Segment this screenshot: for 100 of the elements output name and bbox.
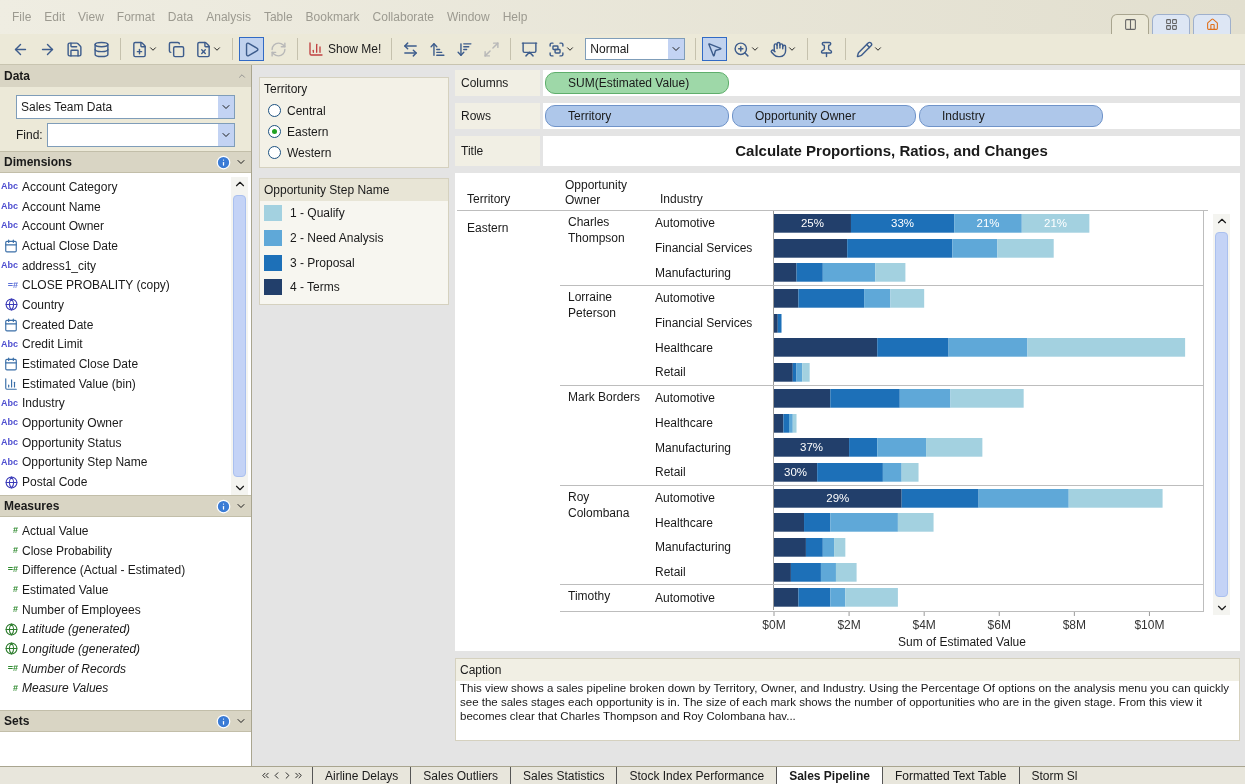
radio-label[interactable]: Western [287, 143, 332, 162]
bar[interactable] [790, 562, 821, 582]
bar[interactable] [774, 388, 831, 408]
info-icon[interactable] [216, 713, 231, 729]
bar[interactable] [774, 338, 878, 358]
bar[interactable] [830, 388, 900, 408]
legend-title: Opportunity Step Name [260, 179, 448, 201]
row-header: Manufacturing [655, 439, 732, 457]
dimension-field[interactable]: Estimated Value (bin) [22, 374, 136, 393]
measure-field[interactable]: Longitude (generated) [22, 639, 141, 658]
legend-label[interactable]: 3 - Proposal [290, 253, 355, 272]
field-pill[interactable]: Territory [545, 105, 729, 127]
measure-field[interactable]: Number of Employees [22, 600, 141, 619]
globe-icon [5, 642, 18, 656]
shelf[interactable]: Territory Opportunity Owner Industry [543, 103, 1240, 129]
section-title: Measures [4, 498, 61, 515]
bar[interactable] [901, 488, 979, 508]
mark-type-select[interactable]: Normal [585, 38, 686, 60]
measure-field[interactable]: Actual Value [22, 521, 89, 540]
sheet-tab[interactable]: Sales Pipeline [776, 767, 882, 784]
dimension-field[interactable]: Account Name [22, 197, 101, 216]
dimension-field[interactable]: Account Owner [22, 217, 105, 236]
bar[interactable] [774, 214, 851, 233]
view-tab[interactable] [1152, 14, 1190, 34]
field-type-icon: Abc [0, 396, 22, 411]
last-sheet-icon[interactable] [293, 770, 304, 781]
bar[interactable] [774, 238, 848, 258]
measure-field[interactable]: Measure Values [22, 679, 109, 698]
dimension-field[interactable]: Opportunity Step Name [22, 453, 148, 472]
radio-button[interactable] [268, 146, 281, 159]
globe-icon [5, 298, 18, 312]
dimension-field[interactable]: Created Date [22, 315, 94, 334]
measure-field[interactable]: Close Probability [22, 541, 113, 560]
bar[interactable] [777, 313, 782, 333]
find-field[interactable] [46, 123, 235, 147]
radio-label[interactable]: Central [287, 101, 326, 120]
dimension-field[interactable]: Postal Code [22, 473, 88, 492]
bar[interactable] [774, 537, 806, 557]
bar[interactable] [783, 413, 789, 433]
bar[interactable] [796, 263, 823, 283]
view-tab[interactable] [1193, 14, 1231, 34]
bar[interactable] [774, 462, 818, 482]
legend-label[interactable]: 4 - Terms [290, 278, 340, 297]
field-pill[interactable]: SUM(Estimated Value) [545, 72, 729, 94]
view-tab[interactable] [1111, 14, 1149, 34]
home-icon [1205, 18, 1219, 31]
radio-button[interactable] [268, 104, 281, 117]
info-icon[interactable] [216, 498, 231, 514]
scrollbar[interactable] [231, 177, 248, 495]
bar[interactable] [877, 338, 949, 358]
measure-field[interactable]: Estimated Value [22, 580, 109, 599]
bar[interactable] [774, 562, 791, 582]
measure-field[interactable]: Number of Records [22, 659, 127, 678]
radio-button[interactable] [268, 125, 281, 138]
bar[interactable] [774, 263, 797, 283]
dimension-field[interactable]: CLOSE PROBALITY (copy) [22, 276, 170, 295]
pen-icon [856, 40, 874, 58]
dimension-field[interactable]: Estimated Close Date [22, 355, 139, 374]
row-header: Retail [655, 364, 686, 382]
x-tick-label: $6M [987, 618, 1011, 632]
axis-tick: $8M [1062, 612, 1086, 632]
column-header: Territory [466, 191, 512, 208]
shelf-label: Rows [455, 103, 540, 129]
bar[interactable] [774, 488, 902, 508]
dimension-field[interactable]: address1_city [22, 256, 97, 275]
bar[interactable] [774, 438, 850, 457]
legend-label[interactable]: 1 - Qualify [290, 204, 345, 223]
measure-field[interactable]: Difference (Actual - Estimated) [22, 561, 186, 580]
bar[interactable] [774, 313, 778, 333]
dimension-field[interactable]: Industry [22, 394, 65, 413]
radio-label[interactable]: Eastern [287, 122, 329, 141]
select-tool-button[interactable] [702, 37, 728, 61]
info-icon[interactable] [216, 154, 231, 170]
dimension-field[interactable]: Actual Close Date [22, 236, 119, 255]
bar[interactable] [847, 238, 953, 258]
presentation-icon [521, 40, 539, 58]
first-sheet-icon[interactable] [260, 770, 271, 781]
bar[interactable] [774, 413, 784, 433]
scrollbar[interactable] [1213, 214, 1230, 615]
dimension-field[interactable]: Opportunity Status [22, 433, 122, 452]
histogram-icon [4, 376, 18, 391]
globe-icon [5, 475, 18, 489]
measure-field[interactable]: Latitude (generated) [22, 620, 131, 639]
dimension-field[interactable]: Country [22, 295, 65, 314]
row-header: Financial Services [655, 240, 753, 258]
dimension-field[interactable]: Account Category [22, 177, 118, 196]
bar-chart-icon [308, 41, 324, 57]
view-title: Calculate Proportions, Ratios, and Changes [735, 140, 1048, 161]
show-me-button[interactable]: Show Me! [304, 37, 386, 61]
field-pill[interactable]: Opportunity Owner [732, 105, 916, 127]
field-pill[interactable]: Industry [919, 105, 1103, 127]
bar[interactable] [817, 462, 883, 482]
legend-label[interactable]: 2 - Need Analysis [290, 229, 384, 248]
calculated-field-icon: =# [0, 661, 22, 676]
auto-update-button[interactable] [239, 37, 264, 61]
data-source-select[interactable]: Sales Team Data [16, 95, 235, 119]
dimension-field[interactable]: Opportunity Owner [22, 414, 123, 433]
shelf[interactable]: SUM(Estimated Value) [543, 70, 1240, 96]
dimension-field[interactable]: Credit Limit [22, 335, 83, 354]
new-sheet-icon [131, 40, 148, 58]
